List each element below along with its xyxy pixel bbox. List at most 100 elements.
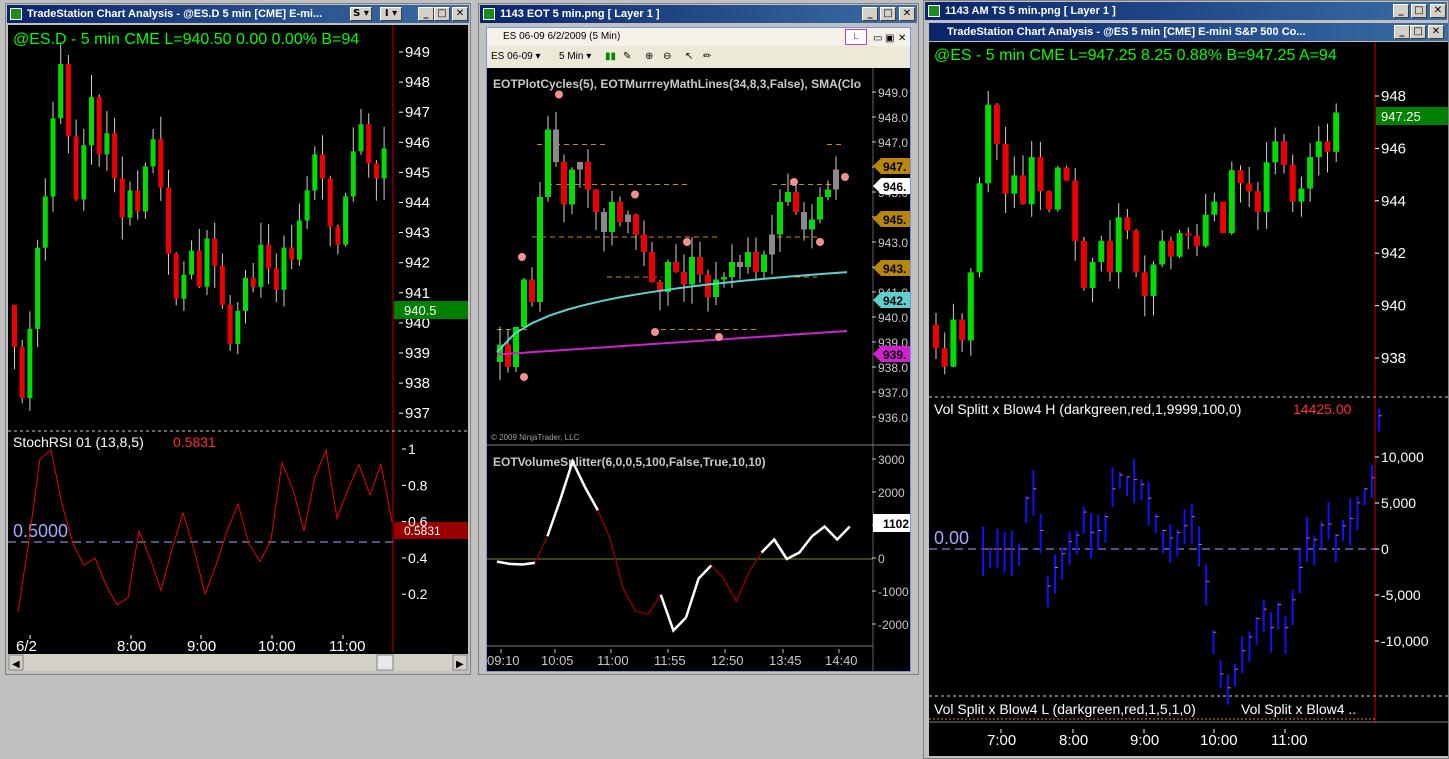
cycle-dot: [651, 328, 659, 336]
window-titlebar[interactable]: 1143 AM TS 5 min.png [ Layer 1 ] _ □ ✕: [925, 2, 1447, 20]
s-button[interactable]: S ▾: [350, 7, 372, 21]
window-image-right: 1143 AM TS 5 min.png [ Layer 1 ] _ □ ✕ T…: [923, 0, 1449, 759]
time-axis-group: 7:00 8:00 9:00 10:00 11:00: [987, 729, 1307, 749]
candle-body: [366, 124, 372, 164]
close-icon[interactable]: ✕: [899, 7, 915, 21]
level-tag-label: 942.: [883, 294, 906, 308]
candle-body: [967, 272, 974, 341]
candle-body: [142, 166, 148, 212]
indicator-label: EOTVolumeSplitter(6,0,0,5,100,False,True…: [493, 455, 766, 469]
tick-label: 939: [405, 345, 430, 362]
chart-area[interactable]: 948 946 944 942 940 938 @ES - 5 min CME L=947…: [929, 42, 1448, 756]
close-icon[interactable]: ✕: [898, 30, 906, 48]
chart-area[interactable]: 949 948 947 946 945 944 943 942 941 940 939 938 937 …: [8, 25, 468, 671]
window-titlebar[interactable]: 1143 EOT 5 min.png [ Layer 1 ] _ □ ✕: [480, 5, 917, 23]
scroll-left-icon: ◀: [12, 659, 20, 670]
i-button[interactable]: I ▾: [380, 7, 402, 21]
tick-label: 943.0: [878, 236, 908, 250]
time-label: 11:00: [597, 653, 629, 668]
tab-l-button[interactable]: L: [845, 29, 867, 45]
candle-body: [785, 192, 791, 202]
close-icon[interactable]: ✕: [452, 7, 468, 21]
time-label: 9:00: [1130, 732, 1159, 749]
scroll-thumb[interactable]: [376, 654, 394, 671]
interval-select[interactable]: 5 Min ▾: [559, 47, 591, 67]
indicator2-label: Vol Split x Blow4 L (darkgreen,red,1,5,1…: [934, 701, 1196, 717]
inner-maximize-icon[interactable]: □: [1410, 25, 1426, 39]
time-label: 8:00: [1059, 732, 1088, 749]
ninja-titlebar[interactable]: ES 06-09 6/2/2009 (5 Min) L ▭ ▣ ✕: [487, 28, 910, 46]
ninja-chart-svg: 949.0948.0947.0946.0945.0944.0943.0942.0…: [487, 68, 910, 671]
candle-body: [753, 252, 759, 272]
app-icon: [10, 8, 22, 20]
window-title: 1143 EOT 5 min.png [ Layer 1 ]: [500, 8, 660, 20]
candle-body: [243, 277, 248, 311]
candle-body: [833, 169, 839, 190]
candle-body: [1185, 233, 1192, 236]
candle-body: [817, 197, 823, 220]
tick-label: -2000: [878, 618, 909, 632]
window-titlebar[interactable]: TradeStation Chart Analysis - @ES.D 5 mi…: [7, 5, 469, 23]
inner-title: TradeStation Chart Analysis - @ES 5 min …: [947, 26, 1306, 38]
pencil-icon[interactable]: ✏: [703, 47, 711, 67]
cursor-icon[interactable]: ↖: [685, 47, 693, 67]
window-title: TradeStation Chart Analysis - @ES.D 5 mi…: [27, 8, 323, 20]
ninja-chart-area[interactable]: 949.0948.0947.0946.0945.0944.0943.0942.0…: [487, 68, 910, 671]
max-icon[interactable]: ▣: [885, 30, 894, 48]
candle-body: [673, 262, 679, 272]
scroll-right-icon: ▶: [456, 659, 464, 670]
close-icon[interactable]: ✕: [1430, 4, 1446, 18]
tick-label: 5,000: [1381, 495, 1416, 511]
minimize-icon[interactable]: _: [418, 7, 434, 21]
tick-label: 947.0: [878, 136, 908, 150]
inner-minimize-icon[interactable]: _: [1394, 25, 1410, 39]
maximize-icon[interactable]: □: [1411, 4, 1427, 18]
candle-body: [296, 220, 302, 260]
cycle-dot: [816, 238, 824, 246]
candle-body: [304, 190, 310, 221]
candle-body: [577, 162, 583, 170]
indicator-ticks-group: 1 0.8 0.6 0.4 0.2: [402, 441, 428, 602]
candle-body: [713, 279, 719, 297]
draw-tool-icon[interactable]: ✎: [623, 47, 631, 67]
candle-body: [343, 196, 349, 245]
candle-body: [1107, 240, 1113, 273]
candle-body: [150, 139, 156, 167]
minimize-icon[interactable]: _: [862, 7, 878, 21]
inner-titlebar[interactable]: TradeStation Chart Analysis - @ES 5 min …: [929, 23, 1448, 41]
candle-body: [173, 253, 179, 299]
zoom-out-icon[interactable]: ⊖: [663, 47, 671, 67]
s-button-label: S: [353, 8, 361, 19]
candle-body: [1080, 240, 1087, 289]
instrument-select[interactable]: ES 06-09 ▾: [491, 47, 541, 67]
minimize-icon[interactable]: _: [1393, 4, 1409, 18]
candle-body: [1246, 183, 1253, 192]
candle-body: [1272, 141, 1279, 163]
candle-body: [289, 247, 295, 260]
horizontal-scrollbar[interactable]: [8, 654, 468, 671]
tick-label: 942: [1381, 245, 1406, 262]
chart-svg: 948 946 944 942 940 938 @ES - 5 min CME L=947…: [929, 42, 1448, 749]
candle-body: [521, 279, 527, 327]
candle-body: [1167, 240, 1174, 257]
window-title: 1143 AM TS 5 min.png [ Layer 1 ]: [945, 5, 1116, 17]
inner-close-icon[interactable]: ✕: [1428, 25, 1444, 39]
window-image-center: 1143 EOT 5 min.png [ Layer 1 ] _ □ ✕ ES …: [478, 3, 919, 675]
zoom-in-icon[interactable]: ⊕: [645, 47, 653, 67]
bar-type-icon[interactable]: ▮▮: [605, 47, 616, 67]
candle-body: [227, 304, 233, 344]
candle-body: [593, 189, 599, 212]
min-icon[interactable]: ▭: [873, 30, 882, 48]
maximize-icon[interactable]: □: [880, 7, 896, 21]
candle-body: [258, 244, 264, 287]
candle-body: [1333, 112, 1340, 152]
indicator2-label-b: Vol Split x Blow4 ..: [1241, 701, 1356, 717]
last-price-marker-label: 947.25: [1381, 109, 1421, 124]
app-icon: [928, 5, 940, 17]
time-label: 7:00: [987, 732, 1016, 749]
maximize-icon[interactable]: □: [434, 7, 450, 21]
cycle-dot: [520, 373, 528, 381]
candle-body: [50, 118, 56, 197]
candle-body: [42, 196, 48, 248]
candle-body: [219, 265, 225, 305]
